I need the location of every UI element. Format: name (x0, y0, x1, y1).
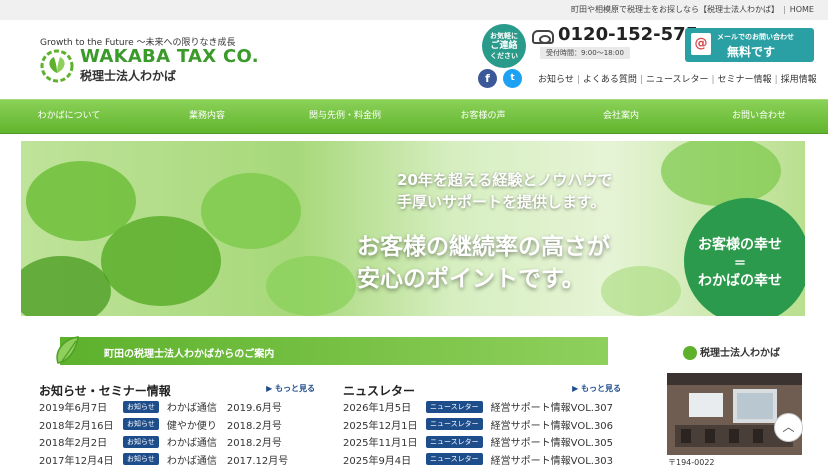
newsletter-row[interactable]: 2025年11月1日 ニュースレター 経営サポート情報VOL.305 (343, 433, 621, 451)
nav-testimonials[interactable]: お客様の声 (414, 100, 552, 133)
news-date: 2018年2月16日 (39, 420, 114, 432)
news-text[interactable]: 健やか便り 2018.2月号 (167, 417, 282, 432)
hero-circle-line-1: お客様の幸せ (698, 237, 782, 253)
newsletter-column: ニュスレター ▶ もっと見る 2026年1月5日 ニュースレター 経営サポート情… (343, 380, 621, 466)
news-text[interactable]: わかば通信 2018.2月号 (167, 434, 282, 449)
free-dial-icon (532, 30, 554, 44)
newsletter-tag: ニュースレター (426, 418, 483, 431)
contact-badge: お気軽に ご連絡 ください (482, 24, 526, 68)
news-row[interactable]: 2019年6月7日 お知らせ わかば通信 2019.6月号 (39, 398, 315, 416)
newsletter-date: 2025年11月1日 (343, 438, 418, 450)
sidebar-title-text: 税理士法人わかば (700, 348, 780, 359)
news-date: 2018年2月2日 (39, 438, 108, 450)
home-link[interactable]: HOME (790, 5, 814, 14)
news-row[interactable]: 2018年2月2日 お知らせ わかば通信 2018.2月号 (39, 433, 315, 451)
newsletter-row[interactable]: 2025年9月4日 ニュースレター 経営サポート情報VOL.303 (343, 451, 621, 466)
mail-at-icon: @ (691, 33, 711, 55)
office-address: 〒194-0022 (668, 458, 715, 466)
phone-number[interactable]: 0120-152-575 (558, 24, 698, 45)
utility-links: お知らせ | よくある質問 | ニュースレター | セミナー情報 | 採用情報 (538, 72, 817, 85)
hero-circle-line-2: ＝ (733, 256, 746, 270)
newsletter-text[interactable]: 経営サポート情報VOL.303 (491, 452, 613, 466)
hero-heading-2: 安心のポイントです。 (357, 266, 585, 292)
nav-company[interactable]: 会社案内 (552, 100, 690, 133)
site-description: 町田や相模原で税理士をお探しなら【税理士法人わかば】 (571, 5, 780, 14)
util-link-newsletter[interactable]: ニュースレター (646, 72, 709, 85)
page-top-button[interactable]: ︿ (774, 413, 803, 442)
news-text[interactable]: わかば通信 2019.6月号 (167, 399, 282, 414)
contact-badge-top: お気軽に (490, 32, 518, 40)
hero-subheading-1: 20年を超える経験とノウハウで (397, 171, 613, 189)
mail-contact-button[interactable]: @ メールでのお問い合わせ 無料です (685, 28, 814, 62)
sidebar-title: 税理士法人わかば (683, 344, 780, 360)
nav-about[interactable]: わかばについて (0, 100, 138, 133)
section-banner: 町田の税理士法人わかばからのご案内 (56, 336, 608, 365)
util-link-recruit[interactable]: 採用情報 (781, 72, 817, 85)
news-title: お知らせ・セミナー情報 (39, 384, 171, 398)
news-tag: お知らせ (123, 418, 159, 431)
newsletter-tag: ニュースレター (426, 435, 483, 448)
newsletter-text[interactable]: 経営サポート情報VOL.307 (491, 399, 613, 414)
newsletter-text[interactable]: 経営サポート情報VOL.305 (491, 434, 613, 449)
facebook-icon[interactable]: f (478, 69, 497, 88)
newsletter-tag: ニュースレター (426, 400, 483, 413)
news-date: 2017年12月4日 (39, 455, 114, 466)
news-tag: お知らせ (123, 400, 159, 413)
leaf-logo-icon[interactable] (38, 47, 76, 83)
news-row[interactable]: 2017年12月4日 お知らせ わかば通信 2017.12月号 (39, 451, 315, 466)
newsletter-row[interactable]: 2025年12月1日 ニュースレター 経営サポート情報VOL.306 (343, 416, 621, 434)
nav-pricing[interactable]: 関与先例・料金例 (276, 100, 414, 133)
mail-button-label: 無料です (727, 45, 776, 59)
hero-circle-line-3: わかばの幸せ (698, 273, 782, 289)
global-nav: わかばについて 業務内容 関与先例・料金例 お客様の声 会社案内 お問い合わせ (0, 99, 828, 134)
hero-banner: 20年を超える経験とノウハウで 手厚いサポートを提供します。 お客様の継続率の高… (21, 141, 805, 316)
contact-badge-bottom: ください (490, 52, 518, 60)
newsletter-date: 2026年1月5日 (343, 403, 412, 415)
nav-contact[interactable]: お問い合わせ (690, 100, 828, 133)
top-bar: 町田や相模原で税理士をお探しなら【税理士法人わかば】 | HOME (0, 0, 828, 20)
contact-badge-mid: ご連絡 (490, 41, 518, 51)
newsletter-text[interactable]: 経営サポート情報VOL.306 (491, 417, 613, 432)
news-more-link[interactable]: ▶ もっと見る (266, 383, 315, 394)
leaf-logo-small-icon (683, 346, 697, 360)
hero-heading-1: お客様の継続率の高さが (357, 234, 610, 260)
util-link-seminar[interactable]: セミナー情報 (718, 72, 772, 85)
newsletter-tag: ニュースレター (426, 453, 483, 466)
section-banner-title: 町田の税理士法人わかばからのご案内 (104, 349, 275, 360)
util-link-faq[interactable]: よくある質問 (583, 72, 637, 85)
twitter-icon[interactable]: t (503, 69, 522, 88)
nav-services[interactable]: 業務内容 (138, 100, 276, 133)
reception-hours: 受付時間：9:00～18:00 (540, 47, 630, 59)
news-text[interactable]: わかば通信 2017.12月号 (167, 452, 288, 466)
news-date: 2019年6月7日 (39, 403, 108, 415)
newsletter-date: 2025年12月1日 (343, 420, 418, 432)
news-tag: お知らせ (123, 435, 159, 448)
newsletter-title: ニュスレター (343, 384, 416, 398)
brand-name-ja[interactable]: 税理士法人わかば (80, 67, 176, 84)
hero-subheading-2: 手厚いサポートを提供します。 (397, 193, 606, 211)
leaf-decoration-icon (56, 336, 79, 364)
util-link-news[interactable]: お知らせ (538, 72, 574, 85)
hero-circle-badge: お客様の幸せ ＝ わかばの幸せ (684, 198, 805, 316)
news-tag: お知らせ (123, 453, 159, 466)
newsletter-more-link[interactable]: ▶ もっと見る (572, 383, 621, 394)
brand-name-en[interactable]: WAKABA TAX CO. (80, 46, 259, 67)
mail-button-subtitle: メールでのお問い合わせ (717, 33, 794, 41)
newsletter-row[interactable]: 2026年1月5日 ニュースレター 経営サポート情報VOL.307 (343, 398, 621, 416)
news-column: お知らせ・セミナー情報 ▶ もっと見る 2019年6月7日 お知らせ わかば通信… (39, 380, 315, 466)
top-bar-text: 町田や相模原で税理士をお探しなら【税理士法人わかば】 | HOME (571, 5, 814, 14)
newsletter-date: 2025年9月4日 (343, 455, 412, 466)
news-row[interactable]: 2018年2月16日 お知らせ 健やか便り 2018.2月号 (39, 416, 315, 434)
